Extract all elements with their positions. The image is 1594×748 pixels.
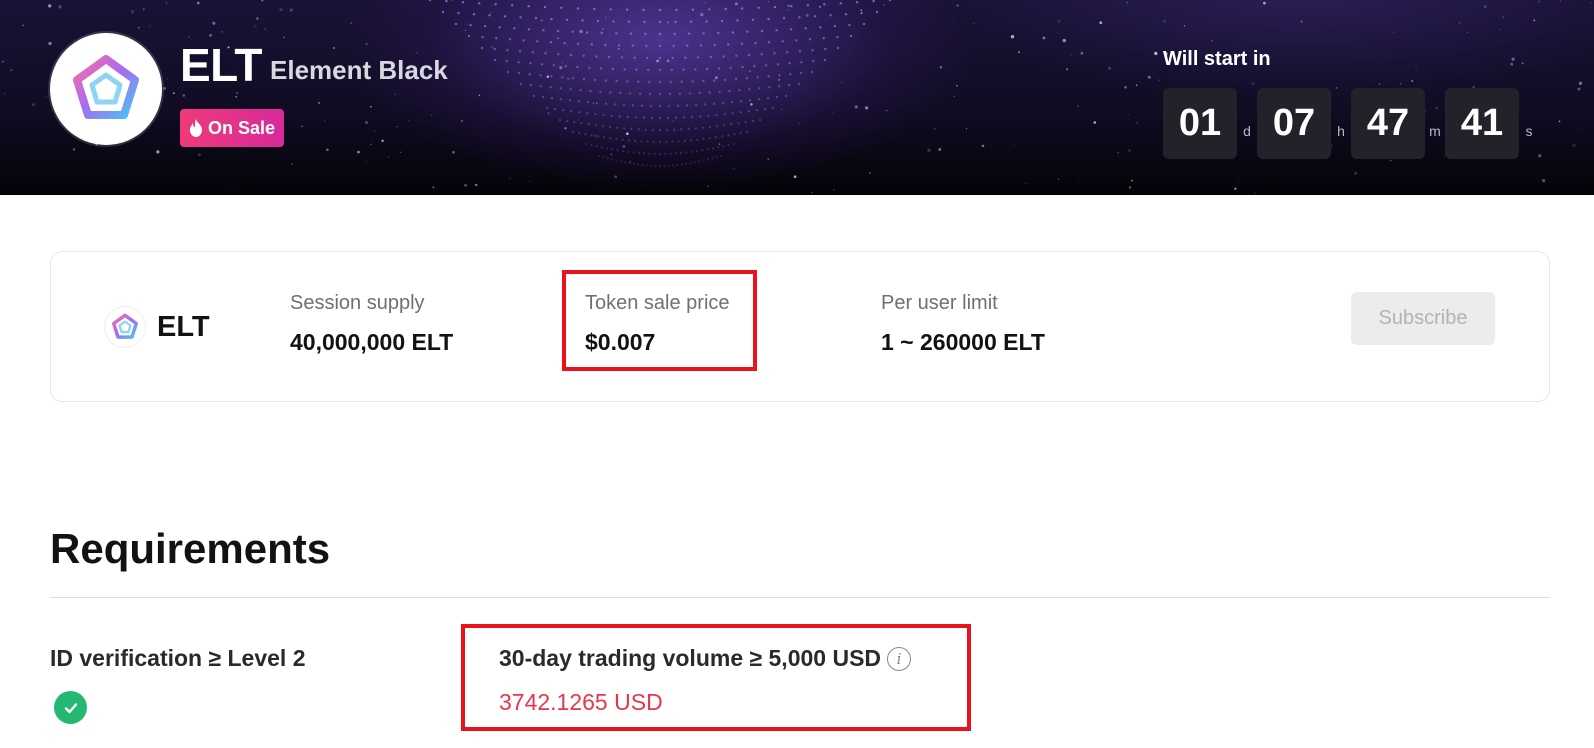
countdown-days-unit: d xyxy=(1243,123,1251,139)
countdown-timer: 01 d 07 h 47 m 41 s xyxy=(1163,88,1539,159)
element-black-logo-icon xyxy=(111,313,139,339)
token-sale-price: Token sale price $0.007 xyxy=(585,292,730,356)
per-user-limit-label: Per user limit xyxy=(881,292,998,314)
on-sale-badge: On Sale xyxy=(180,109,285,147)
requirement-trading-volume: 30-day trading volume ≥ 5,000 USD i xyxy=(499,645,912,672)
sale-info-card: ELT Session supply 40,000,000 ELT Token … xyxy=(50,251,1550,402)
token-sale-price-label: Token sale price xyxy=(585,292,730,314)
token-banner: ELT Element Black On Sale Will start in … xyxy=(0,0,1594,195)
per-user-limit-value: 1 ~ 260000 ELT xyxy=(881,329,1045,355)
token-sale-price-value: $0.007 xyxy=(585,329,656,355)
requirement-trading-volume-label: 30-day trading volume ≥ 5,000 USD xyxy=(499,645,882,671)
countdown-seconds: 41 xyxy=(1445,88,1519,159)
info-icon[interactable]: i xyxy=(887,646,912,671)
per-user-limit: Per user limit 1 ~ 260000 ELT xyxy=(881,292,1045,356)
trading-volume-current-value: 3742.1265 USD xyxy=(499,689,663,715)
countdown-title: Will start in xyxy=(1163,48,1271,70)
requirements-title: Requirements xyxy=(50,525,331,572)
token-mini-logo xyxy=(105,307,145,347)
countdown-minutes: 47 xyxy=(1351,88,1425,159)
on-sale-label: On Sale xyxy=(208,117,276,138)
token-full-name: Element Black xyxy=(270,55,448,85)
token-symbol: ELT xyxy=(180,39,262,91)
check-circle-icon xyxy=(54,691,87,724)
checkmark-icon xyxy=(64,702,77,713)
subscribe-button[interactable]: Subscribe xyxy=(1351,292,1495,345)
card-token: ELT xyxy=(105,307,210,347)
token-logo xyxy=(50,33,162,145)
countdown-hours-unit: h xyxy=(1337,123,1345,139)
requirements-divider xyxy=(50,597,1550,598)
element-black-logo-icon xyxy=(73,55,139,119)
session-supply-value: 40,000,000 ELT xyxy=(290,329,454,355)
countdown-hours: 07 xyxy=(1257,88,1331,159)
countdown-seconds-unit: s xyxy=(1525,123,1533,139)
flame-icon xyxy=(190,119,202,137)
requirement-id-verification: ID verification ≥ Level 2 xyxy=(50,645,306,671)
countdown-days: 01 xyxy=(1163,88,1237,159)
session-supply-label: Session supply xyxy=(290,292,425,314)
card-token-symbol: ELT xyxy=(157,310,210,343)
countdown-minutes-unit: m xyxy=(1429,123,1441,139)
session-supply: Session supply 40,000,000 ELT xyxy=(290,292,453,356)
